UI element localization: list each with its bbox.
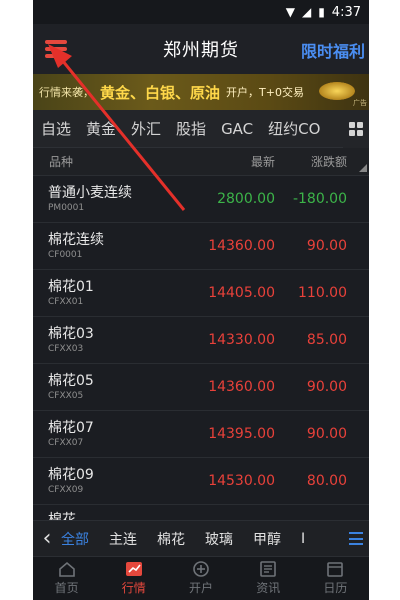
price-change: 85.00 bbox=[306, 332, 347, 348]
last-price: 14405.00 bbox=[208, 285, 275, 301]
table-row[interactable]: 普通小麦连续 PM0001 2800.00 -180.00 bbox=[33, 176, 369, 223]
last-price: 14530.00 bbox=[208, 473, 275, 489]
symbol-cell: 棉花01 CFXX01 bbox=[33, 279, 183, 308]
price-change: 80.00 bbox=[306, 473, 347, 489]
symbol-cell: 棉花05 CFXX05 bbox=[33, 373, 183, 402]
tab-news[interactable]: 资讯 bbox=[235, 557, 302, 600]
price-change: 90.00 bbox=[306, 238, 347, 254]
symbol-code: PM0001 bbox=[48, 202, 85, 213]
category-tab[interactable]: 外汇 bbox=[131, 118, 161, 139]
grid-icon[interactable] bbox=[343, 110, 369, 148]
header-price[interactable]: 最新 bbox=[183, 153, 275, 170]
table-row[interactable]: 棉花03 CFXX03 14330.00 85.00 bbox=[33, 317, 369, 364]
filter-tab[interactable]: 全部 bbox=[61, 529, 89, 549]
news-icon bbox=[259, 561, 277, 577]
symbol-name: 普通小麦连续 bbox=[48, 184, 132, 201]
tab-plus-circle[interactable]: 开户 bbox=[167, 557, 234, 600]
table-row[interactable]: 棉花连续 CF0001 14360.00 90.00 bbox=[33, 223, 369, 270]
app-screen: ▼ ◢ ▮ 4:37 郑州期货 限时福利 行情来袭， 黄金、白银、原油 开户，T… bbox=[33, 0, 369, 600]
header-change[interactable]: 涨跌额 bbox=[275, 153, 353, 170]
price-change: 90.00 bbox=[306, 379, 347, 395]
home-icon bbox=[58, 561, 76, 577]
calendar-icon bbox=[326, 561, 344, 577]
promo-link[interactable]: 限时福利 bbox=[301, 38, 365, 62]
tab-calendar[interactable]: 日历 bbox=[302, 557, 369, 600]
symbol-code: CFXX03 bbox=[48, 343, 84, 354]
filter-tab[interactable]: 主连 bbox=[109, 529, 137, 549]
signal-icon: ◢ bbox=[301, 5, 312, 19]
symbol-code: CFXX01 bbox=[48, 296, 84, 307]
symbol-code: CFXX09 bbox=[48, 484, 84, 495]
symbol-cell: 棉花07 CFXX07 bbox=[33, 420, 183, 449]
last-price: 2800.00 bbox=[217, 191, 275, 207]
last-price: 14395.00 bbox=[208, 426, 275, 442]
category-tab[interactable]: 股指 bbox=[176, 118, 206, 139]
back-arrow-icon[interactable]: ‹ bbox=[33, 526, 61, 551]
status-time: 4:37 bbox=[331, 4, 361, 20]
table-header: 品种 最新 涨跌额 bbox=[33, 148, 369, 176]
symbol-cell: 棉花09 CFXX09 bbox=[33, 467, 183, 496]
chart-icon bbox=[125, 561, 143, 577]
tab-label: 资讯 bbox=[256, 581, 281, 595]
menu-icon[interactable] bbox=[45, 40, 67, 58]
ad-tag: 广告 bbox=[353, 99, 367, 107]
tab-label: 日历 bbox=[323, 581, 348, 595]
filter-tab[interactable]: 甲醇 bbox=[253, 529, 281, 549]
last-price: 14360.00 bbox=[208, 238, 275, 254]
symbol-name: 棉花03 bbox=[48, 325, 94, 342]
symbol-cell: 棉花03 CFXX03 bbox=[33, 326, 183, 355]
header-name: 品种 bbox=[49, 155, 74, 169]
tab-label: 首页 bbox=[54, 581, 79, 595]
symbol-code: CF0001 bbox=[48, 249, 83, 260]
table-row[interactable]: 棉花09 CFXX09 14530.00 80.00 bbox=[33, 458, 369, 505]
category-tab[interactable]: GAC bbox=[221, 120, 253, 138]
wifi-icon: ▼ bbox=[285, 5, 295, 19]
status-bar: ▼ ◢ ▮ 4:37 bbox=[33, 0, 369, 24]
symbol-name: 棉花连续 bbox=[48, 231, 104, 248]
sort-icon[interactable] bbox=[359, 164, 367, 172]
tab-label: 开户 bbox=[189, 581, 214, 595]
table-row[interactable]: 棉花01 CFXX01 14405.00 110.00 bbox=[33, 270, 369, 317]
symbol-name: 棉花05 bbox=[48, 372, 94, 389]
symbol-code: CFXX05 bbox=[48, 390, 84, 401]
category-tabs: 自选 黄金 外汇 股指 GAC 纽约CO bbox=[33, 110, 369, 148]
battery-icon: ▮ bbox=[318, 5, 325, 19]
tab-chart[interactable]: 行情 bbox=[100, 557, 167, 600]
last-price: 14330.00 bbox=[208, 332, 275, 348]
page-title: 郑州期货 bbox=[163, 40, 239, 61]
price-change: 110.00 bbox=[298, 285, 347, 301]
contract-filter-bar: ‹ 全部 主连 棉花 玻璃 甲醇 I bbox=[33, 520, 369, 556]
tab-label: 行情 bbox=[121, 581, 146, 595]
banner-prefix: 行情来袭， bbox=[39, 86, 94, 99]
last-price: 14360.00 bbox=[208, 379, 275, 395]
banner-main: 黄金、白银、原油 bbox=[100, 83, 221, 102]
list-icon[interactable] bbox=[349, 532, 363, 545]
category-tab[interactable]: 纽约CO bbox=[268, 118, 320, 139]
category-tab[interactable]: 自选 bbox=[41, 118, 71, 139]
ad-banner[interactable]: 行情来袭， 黄金、白银、原油 开户，T+0交易 广告 bbox=[33, 74, 369, 110]
filter-tab[interactable]: 棉花 bbox=[157, 529, 185, 549]
tab-home[interactable]: 首页 bbox=[33, 557, 100, 600]
symbol-cell: 普通小麦连续 PM0001 bbox=[33, 185, 183, 214]
price-change: 90.00 bbox=[306, 426, 347, 442]
price-change: -180.00 bbox=[292, 191, 347, 207]
symbol-name: 棉花09 bbox=[48, 466, 94, 483]
symbol-name: 棉花07 bbox=[48, 419, 94, 436]
symbol-cell: 棉花连续 CF0001 bbox=[33, 232, 183, 261]
table-row[interactable]: 棉花05 CFXX05 14360.00 90.00 bbox=[33, 364, 369, 411]
symbol-name: 棉花01 bbox=[48, 278, 94, 295]
gold-image bbox=[319, 82, 355, 100]
header: 郑州期货 限时福利 bbox=[33, 24, 369, 74]
bottom-tab-bar: 首页 行情 开户 资讯 日历 bbox=[33, 556, 369, 600]
quote-list: 普通小麦连续 PM0001 2800.00 -180.00 棉花连续 CF0001 1436… bbox=[33, 176, 369, 505]
table-row[interactable]: 棉花07 CFXX07 14395.00 90.00 bbox=[33, 411, 369, 458]
plus-circle-icon bbox=[192, 561, 210, 577]
banner-sub: 开户，T+0交易 bbox=[226, 86, 304, 99]
category-tab[interactable]: 黄金 bbox=[86, 118, 116, 139]
filter-tab[interactable]: I bbox=[301, 531, 305, 547]
symbol-code: CFXX07 bbox=[48, 437, 84, 448]
filter-tab[interactable]: 玻璃 bbox=[205, 529, 233, 549]
